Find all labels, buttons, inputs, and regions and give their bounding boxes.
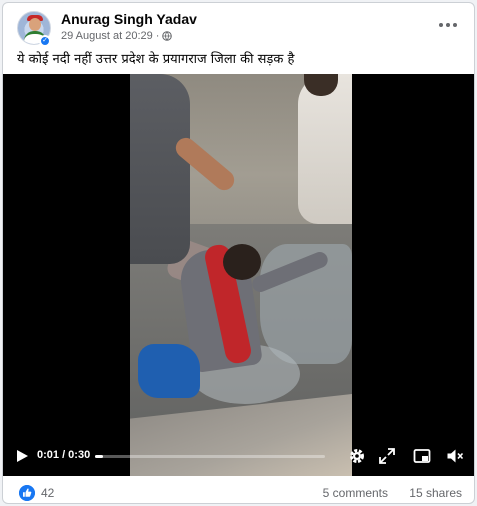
video-progress-fill [95,455,103,458]
video-player[interactable]: 0:01 / 0:30 [3,74,474,476]
reaction-count[interactable]: 42 [41,486,54,500]
shares-count[interactable]: 15 shares [409,486,462,500]
like-icon[interactable] [19,485,35,501]
post-caption: ये कोई नदी नहीं उत्तर प्रदेश के प्रयागरा… [17,52,295,67]
comments-count[interactable]: 5 comments [323,486,388,500]
play-icon[interactable] [15,449,29,463]
frame-person-left [130,74,190,264]
fullscreen-icon[interactable] [378,447,396,465]
engagement-bar: 42 5 comments 15 shares [3,477,474,503]
author-name[interactable]: Anurag Singh Yadav [61,11,197,27]
frame-person-right [298,74,352,224]
verified-badge-icon: ✓ [39,35,51,47]
globe-icon [162,31,173,41]
more-options-icon[interactable] [436,17,460,33]
post-header: ✓ Anurag Singh Yadav 29 August at 20:29 … [3,3,474,47]
frame-woman-head [223,244,261,280]
more-dot [446,23,450,27]
post-meta: 29 August at 20:29 · [61,30,173,42]
video-time: 0:01 / 0:30 [37,449,91,461]
video-controls: 0:01 / 0:30 [3,436,474,476]
post-timestamp[interactable]: 29 August at 20:29 [61,30,153,42]
settings-icon[interactable] [348,447,366,465]
more-dot [439,23,443,27]
post-card: ✓ Anurag Singh Yadav 29 August at 20:29 … [2,2,475,504]
frame-bag [138,344,200,398]
avatar-face [29,18,41,31]
picture-in-picture-icon[interactable] [413,447,431,465]
video-frame[interactable] [130,74,352,476]
more-dot [453,23,457,27]
meta-separator: · [155,30,160,42]
volume-muted-icon[interactable] [446,447,464,465]
video-progress-bar[interactable] [95,455,325,458]
